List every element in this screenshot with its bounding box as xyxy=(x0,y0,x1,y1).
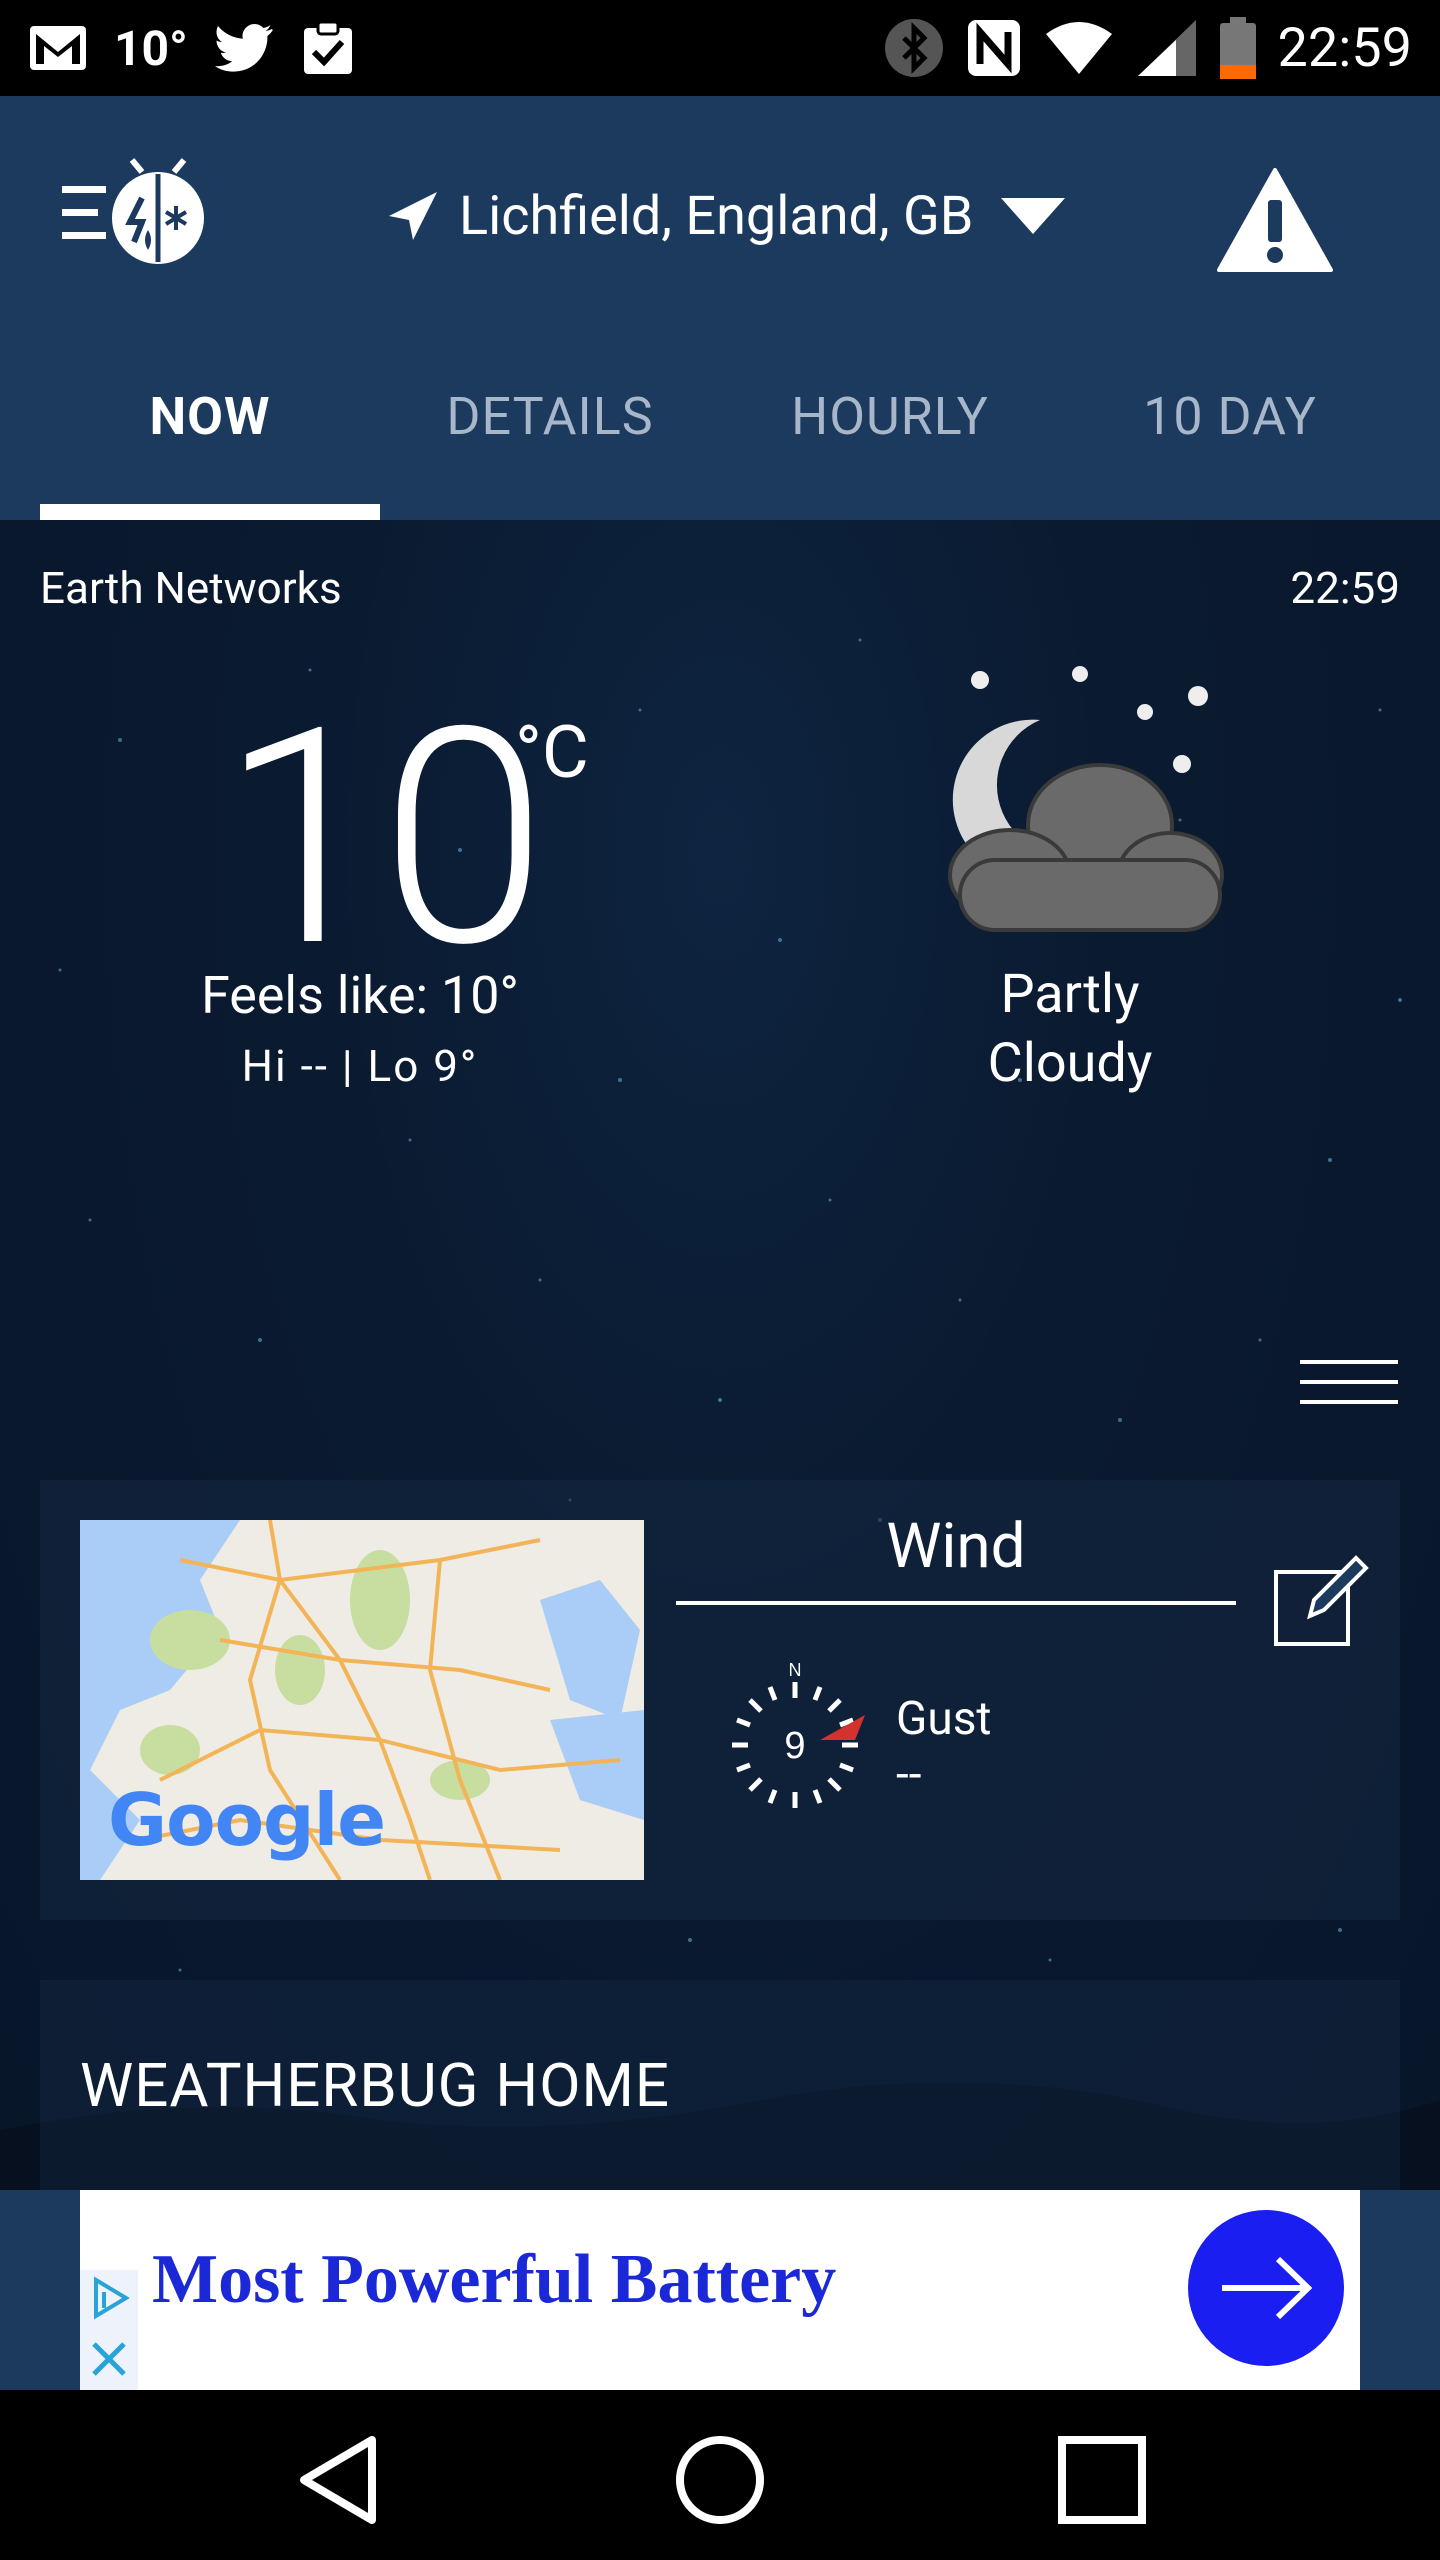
adchoices-icon xyxy=(92,2276,130,2376)
list-line xyxy=(1300,1380,1398,1384)
battery-low-icon xyxy=(1219,17,1256,79)
condition-line-2: Cloudy xyxy=(987,1032,1153,1096)
system-nav-bar xyxy=(0,2390,1440,2560)
condition-text: Partly Cloudy xyxy=(880,960,1260,1098)
weatherbug-home-card[interactable]: WEATHERBUG HOME xyxy=(40,1980,1400,2190)
tab-10-day-label: 10 DAY xyxy=(1143,386,1317,447)
location-arrow-icon xyxy=(389,192,437,240)
location-selector[interactable]: Lichfield, England, GB xyxy=(385,176,1066,256)
close-icon xyxy=(92,2342,126,2376)
back-triangle-icon xyxy=(300,2436,376,2524)
google-logo-text: Google xyxy=(108,1778,386,1862)
app-header: Lichfield, England, GB NOW DETAILS HOURL… xyxy=(0,96,1440,520)
top-bar: Lichfield, England, GB xyxy=(0,96,1440,326)
gmail-icon xyxy=(28,24,88,72)
data-provider: Earth Networks xyxy=(40,562,342,614)
back-button[interactable] xyxy=(290,2430,390,2530)
ad-banner-container: Most Powerful Battery xyxy=(0,2190,1440,2390)
tab-details-label: DETAILS xyxy=(446,386,654,447)
ad-choices[interactable] xyxy=(80,2270,138,2390)
wind-speed: 9 xyxy=(784,1725,805,1767)
ad-headline[interactable]: Most Powerful Battery xyxy=(152,2240,836,2320)
edit-icon xyxy=(1274,1555,1369,1646)
wind-title: Wind xyxy=(676,1510,1236,1605)
menu-logo-button[interactable] xyxy=(60,158,210,268)
status-left: 10° xyxy=(28,20,356,77)
wind-direction-arrow xyxy=(820,1715,865,1740)
home-circle-icon xyxy=(676,2436,764,2524)
current-temperature: 10 xyxy=(220,664,547,1015)
status-time: 22:59 xyxy=(1277,16,1412,80)
gust-label: Gust xyxy=(896,1692,992,1746)
nfc-icon xyxy=(966,18,1022,78)
recents-square-icon xyxy=(1058,2436,1146,2524)
tab-bar: NOW DETAILS HOURLY 10 DAY xyxy=(0,386,1440,520)
status-right: 22:59 xyxy=(884,17,1412,80)
wifi-icon xyxy=(1044,20,1114,76)
home-button[interactable] xyxy=(670,2430,770,2530)
edit-card-button[interactable] xyxy=(1270,1550,1370,1650)
temperature-unit: °C xyxy=(515,710,589,795)
wind-map[interactable]: Google xyxy=(80,1520,644,1880)
list-line xyxy=(1300,1400,1398,1404)
caret-down-icon xyxy=(1001,198,1066,234)
clipboard-check-icon xyxy=(300,20,356,76)
ad-open-button[interactable] xyxy=(1188,2210,1344,2366)
now-panel[interactable]: Earth Networks 22:59 10 °C Feels like: 1… xyxy=(0,520,1440,2190)
feels-like: Feels like: 10° xyxy=(201,965,519,1026)
customize-list-button[interactable] xyxy=(1300,1360,1398,1430)
tab-now-label: NOW xyxy=(149,386,271,447)
home-card-title: WEATHERBUG HOME xyxy=(80,2050,670,2121)
signal-icon xyxy=(1136,18,1198,78)
wind-card[interactable]: Google Wind N 9 Gust -- xyxy=(40,1480,1400,1920)
tab-hourly[interactable]: HOURLY xyxy=(720,386,1060,520)
updated-time: 22:59 xyxy=(1290,562,1400,614)
google-logo: Google xyxy=(108,1778,386,1862)
alert-button[interactable] xyxy=(1215,166,1335,276)
compass-north: N xyxy=(789,1660,802,1680)
warning-icon xyxy=(1217,168,1333,272)
arrow-right-icon xyxy=(1222,2256,1313,2320)
status-temperature: 10° xyxy=(114,19,188,77)
location-name: Lichfield, England, GB xyxy=(459,184,974,248)
wind-compass: N 9 xyxy=(710,1660,880,1830)
ad-banner[interactable]: Most Powerful Battery xyxy=(80,2190,1360,2390)
tab-10-day[interactable]: 10 DAY xyxy=(1060,386,1400,520)
gust-value: -- xyxy=(896,1748,922,1802)
tab-now[interactable]: NOW xyxy=(40,386,380,520)
condition-line-1: Partly xyxy=(1000,963,1140,1026)
bluetooth-icon xyxy=(884,18,944,78)
tab-details[interactable]: DETAILS xyxy=(380,386,720,520)
hi-lo: Hi -- | Lo 9° xyxy=(241,1040,479,1092)
tab-hourly-label: HOURLY xyxy=(791,386,989,447)
status-bar: 10° 22:59 xyxy=(0,0,1440,96)
weatherbug-logo-icon xyxy=(62,158,204,264)
partly-cloudy-night-icon xyxy=(920,660,1240,950)
twitter-icon xyxy=(214,23,274,73)
list-line xyxy=(1300,1360,1398,1364)
recents-button[interactable] xyxy=(1052,2430,1152,2530)
